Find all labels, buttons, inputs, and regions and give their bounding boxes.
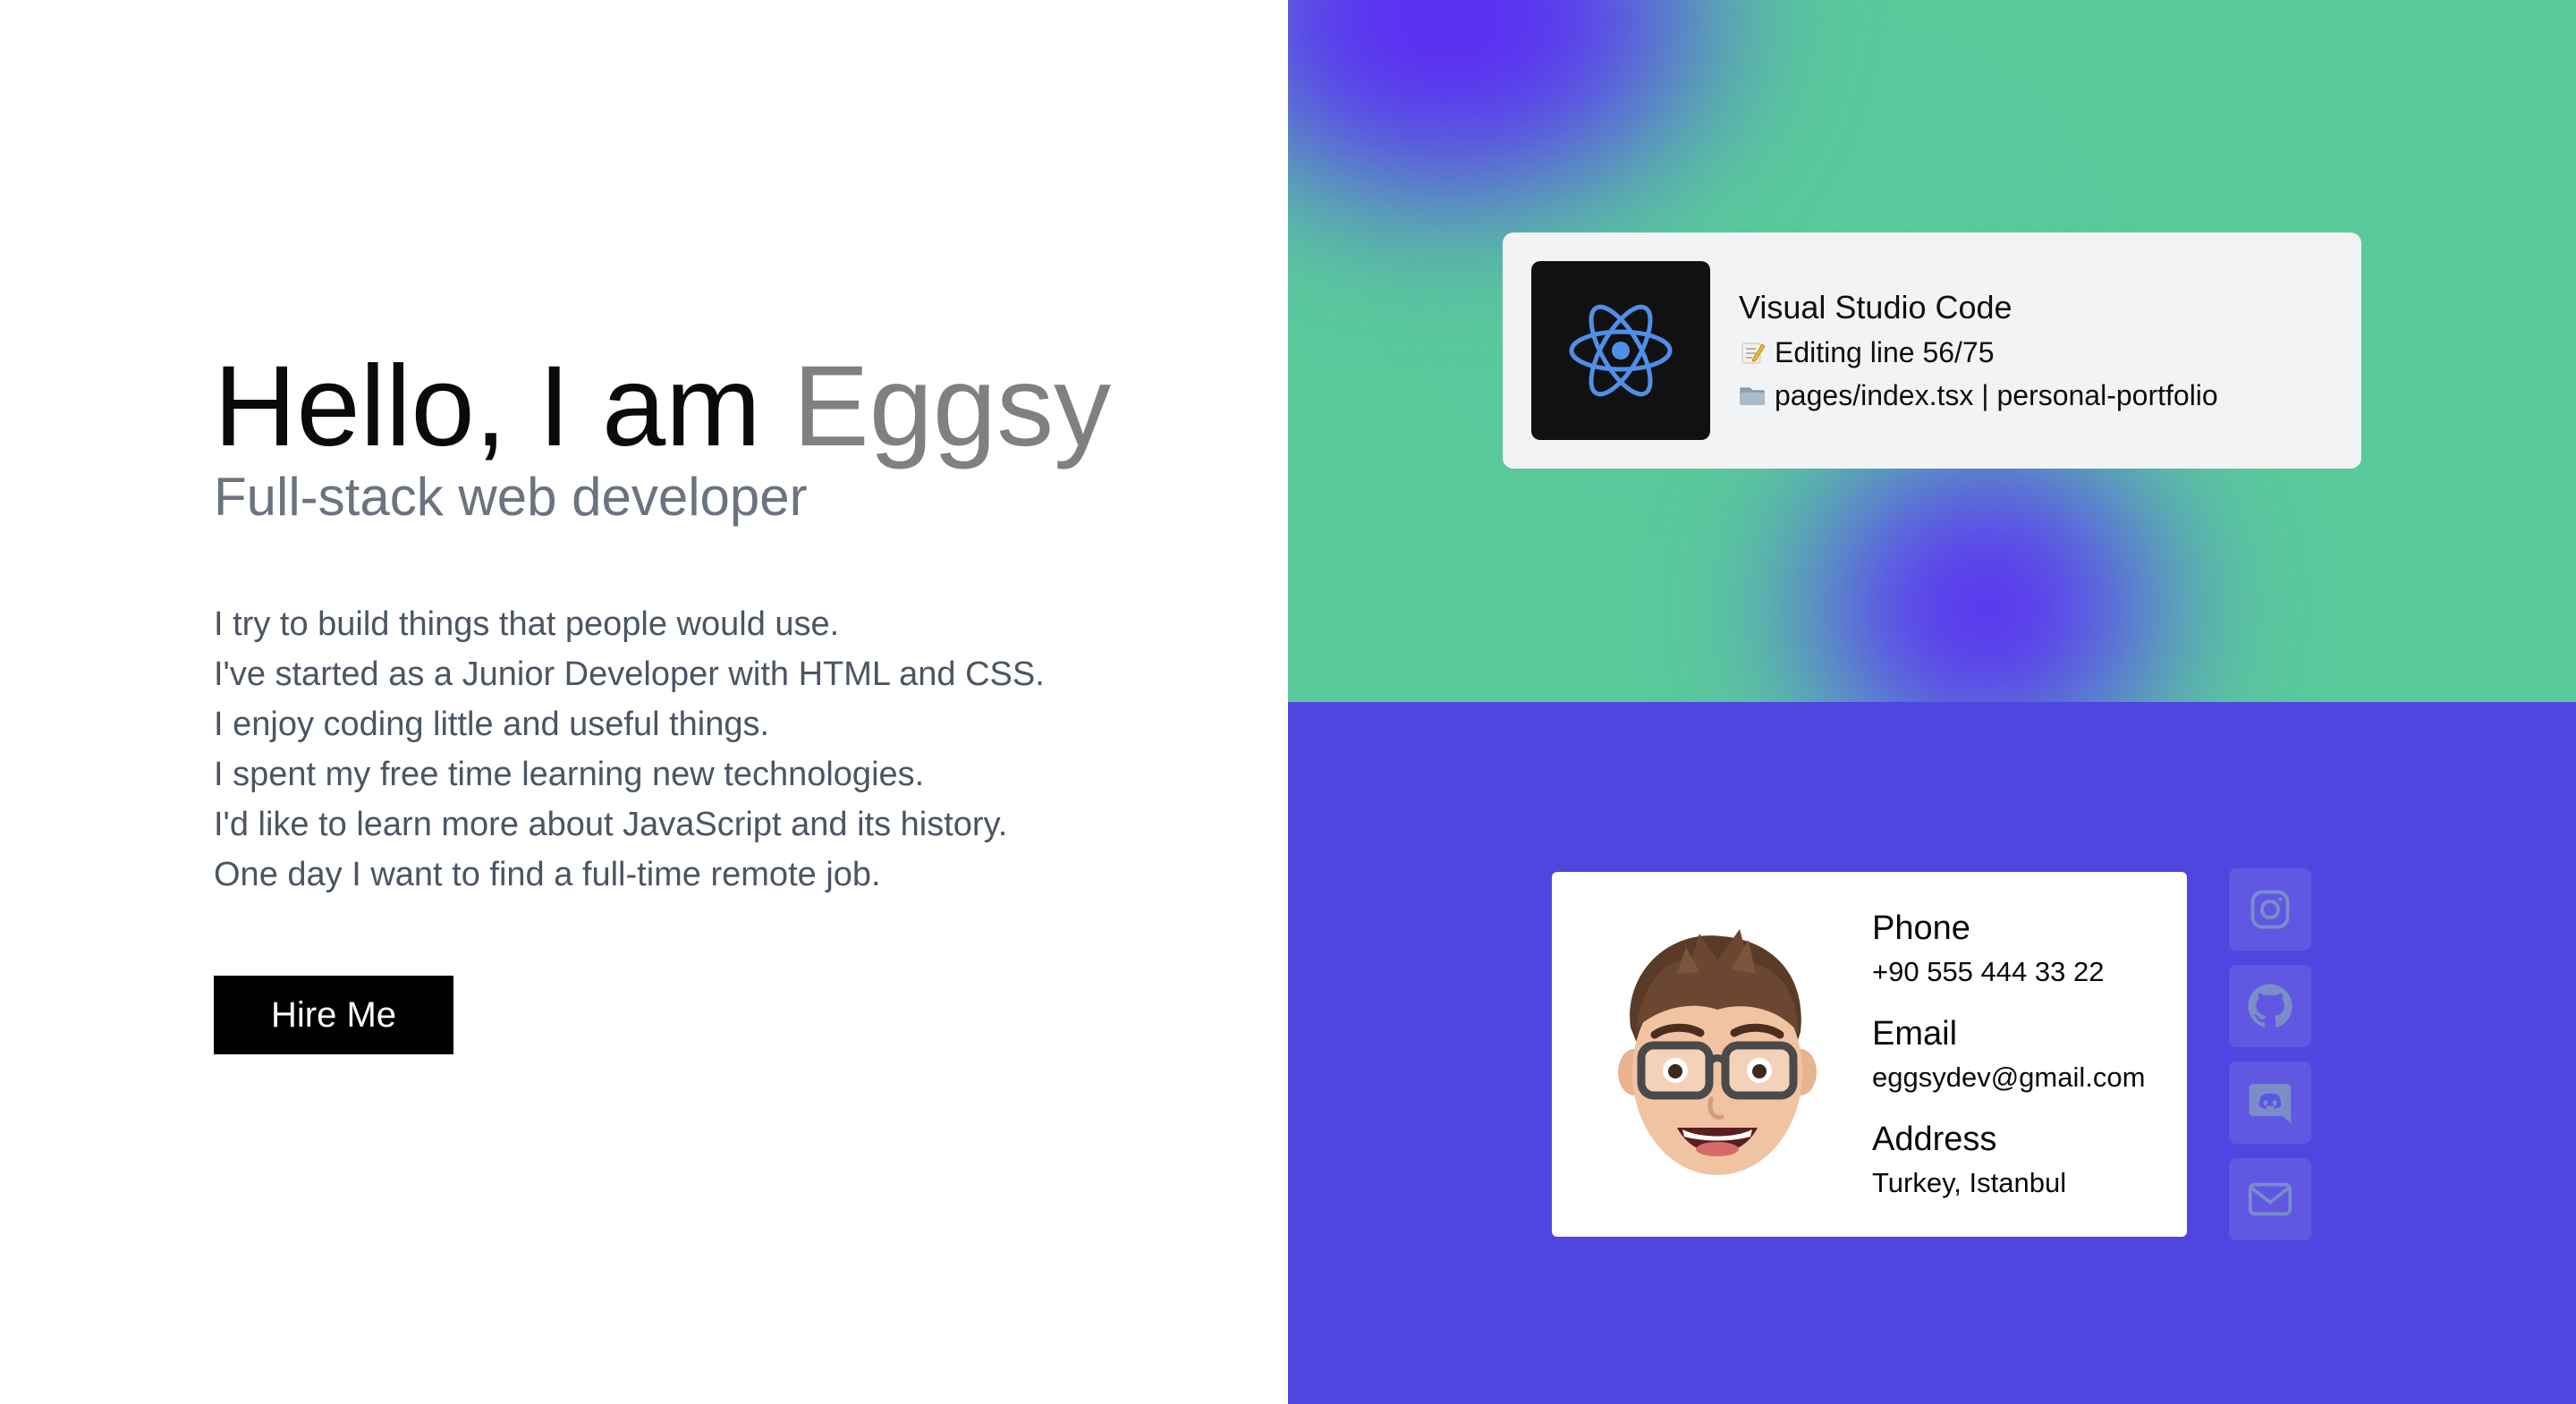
contact-panel: Phone +90 555 444 33 22 Email eggsydev@g… bbox=[1288, 702, 2576, 1404]
mail-icon bbox=[2248, 1182, 2292, 1216]
greeting-text: Hello, I am bbox=[214, 343, 793, 470]
bio-line: I've started as a Junior Developer with … bbox=[214, 655, 1045, 693]
activity-app-name: Visual Studio Code bbox=[1739, 289, 2012, 326]
phone-value[interactable]: +90 555 444 33 22 bbox=[1872, 952, 2145, 993]
bio-line: I try to build things that people would … bbox=[214, 605, 840, 643]
phone-label: Phone bbox=[1872, 909, 1970, 947]
github-link[interactable] bbox=[2229, 965, 2311, 1047]
activity-state-text: pages/index.tsx | personal-portfolio bbox=[1775, 379, 2218, 411]
bio-line: One day I want to find a full-time remot… bbox=[214, 856, 881, 893]
bio-line: I enjoy coding little and useful things. bbox=[214, 706, 770, 743]
email-label: Email bbox=[1872, 1015, 1958, 1053]
address-value: Turkey, Istanbul bbox=[1872, 1167, 2067, 1198]
hero: Hello, I am Eggsy Full-stack web develop… bbox=[214, 340, 1242, 1054]
activity-details-line: Editing line 56/75 bbox=[1739, 331, 2218, 374]
address-label: Address bbox=[1872, 1121, 1997, 1158]
discord-icon bbox=[2249, 1084, 2292, 1124]
react-icon bbox=[1531, 261, 1710, 440]
activity-state-line: pages/index.tsx | personal-portfolio bbox=[1739, 374, 2218, 417]
activity-details-text: Editing line 56/75 bbox=[1775, 336, 1995, 368]
email-value[interactable]: eggsydev@gmail.com bbox=[1872, 1057, 2145, 1098]
github-icon bbox=[2248, 984, 2292, 1028]
contact-card: Phone +90 555 444 33 22 Email eggsydev@g… bbox=[1552, 872, 2187, 1237]
activity-card: Visual Studio Code Editing line 56/75 pa… bbox=[1503, 233, 2361, 469]
activity-panel: Visual Studio Code Editing line 56/75 pa… bbox=[1288, 0, 2576, 702]
social-links bbox=[2229, 868, 2311, 1255]
activity-details: Visual Studio Code Editing line 56/75 pa… bbox=[1739, 284, 2218, 417]
discord-link[interactable] bbox=[2229, 1061, 2311, 1144]
folder-icon bbox=[1740, 387, 1765, 405]
instagram-link[interactable] bbox=[2229, 868, 2311, 951]
bio-line: I'd like to learn more about JavaScript … bbox=[214, 806, 1008, 843]
hero-name: Eggsy bbox=[792, 343, 1112, 470]
hire-me-button[interactable]: Hire Me bbox=[214, 976, 454, 1054]
bio: I try to build things that people would … bbox=[214, 599, 1242, 900]
contact-info: Phone +90 555 444 33 22 Email eggsydev@g… bbox=[1872, 905, 2145, 1204]
bio-line: I spent my free time learning new techno… bbox=[214, 756, 925, 793]
intro-panel: Hello, I am Eggsy Full-stack web develop… bbox=[0, 0, 1288, 1404]
instagram-icon bbox=[2250, 890, 2290, 929]
mail-link[interactable] bbox=[2229, 1158, 2311, 1240]
hero-heading: Hello, I am Eggsy bbox=[214, 340, 1242, 474]
memo-icon bbox=[1741, 343, 1766, 364]
memoji-avatar bbox=[1618, 929, 1817, 1175]
